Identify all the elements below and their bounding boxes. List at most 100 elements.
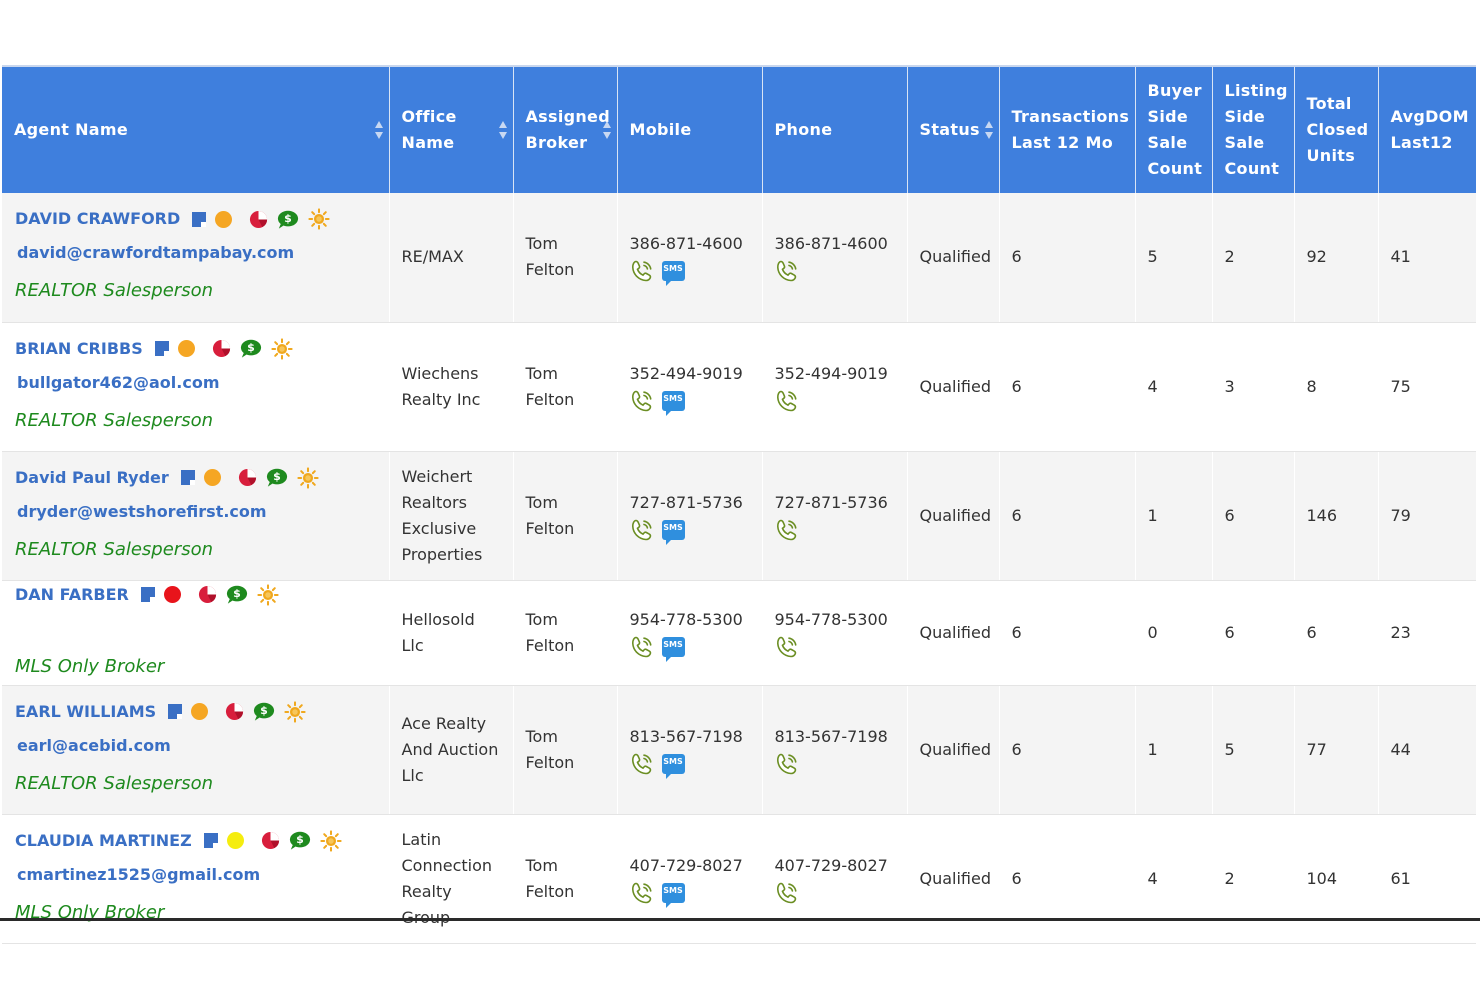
sms-icon[interactable]: SMS	[661, 390, 685, 416]
agent-name-link[interactable]: DAVID CRAWFORD	[15, 206, 180, 232]
agent-email-link[interactable]: bullgator462@aol.com	[15, 363, 389, 403]
pie-chart-icon[interactable]	[225, 702, 244, 721]
mobile-cell: 352-494-9019 SMS	[616, 322, 762, 452]
transactions-cell: 6	[998, 451, 1135, 581]
buyer-side-cell: 1	[1134, 451, 1212, 581]
agent-email-link[interactable]: david@crawfordtampabay.com	[15, 233, 389, 273]
listing-side-cell: 6	[1211, 451, 1294, 581]
sun-icon[interactable]	[284, 700, 306, 723]
dollar-bubble-icon[interactable]: $	[240, 339, 262, 358]
agent-email-link[interactable]	[15, 609, 389, 649]
note-icon[interactable]	[168, 704, 183, 719]
table-row: CLAUDIA MARTINEZ $ cmartinez1525@gmail.c…	[2, 814, 1476, 944]
dollar-bubble-icon[interactable]: $	[253, 702, 275, 721]
table-row: David Paul Ryder $ dryder@westshorefirst…	[2, 451, 1476, 581]
header-status[interactable]: Status	[906, 65, 999, 193]
buyer-side-cell: 4	[1134, 322, 1212, 452]
phone-number: 813-567-7198	[774, 726, 888, 746]
phone-number: 727-871-5736	[774, 492, 888, 512]
listing-side-cell: 5	[1211, 685, 1294, 815]
buyer-side-cell: 5	[1134, 193, 1212, 323]
note-icon[interactable]	[140, 587, 155, 602]
sun-icon[interactable]	[297, 466, 319, 489]
phone-number: 954-778-5300	[774, 609, 888, 629]
dollar-bubble-icon[interactable]: $	[277, 210, 299, 229]
buyer-side-cell: 4	[1134, 814, 1212, 944]
agent-email-link[interactable]: dryder@westshorefirst.com	[15, 492, 389, 532]
sort-icon[interactable]	[374, 121, 384, 139]
pie-chart-icon[interactable]	[261, 831, 280, 850]
note-icon[interactable]	[180, 470, 195, 485]
svg-text:$: $	[284, 212, 292, 225]
phone-call-icon[interactable]	[775, 752, 799, 776]
avg-dom-cell: 61	[1377, 814, 1476, 944]
agent-cell: DAVID CRAWFORD $ david@crawfordtampabay.…	[2, 193, 389, 323]
agents-table: Agent Name Office Name Assigned Broker M…	[2, 65, 1476, 944]
phone-call-icon[interactable]	[630, 635, 654, 659]
phone-cell: 407-729-8027	[761, 814, 907, 944]
pie-chart-icon[interactable]	[212, 339, 231, 358]
agent-name-link[interactable]: EARL WILLIAMS	[15, 699, 156, 725]
table-row: BRIAN CRIBBS $ bullgator462@aol.com REAL…	[2, 322, 1476, 452]
mobile-number: 407-729-8027	[629, 855, 743, 875]
total-closed-cell: 104	[1293, 814, 1378, 944]
sort-icon[interactable]	[984, 121, 994, 139]
sort-icon[interactable]	[498, 121, 508, 139]
sms-icon[interactable]: SMS	[661, 882, 685, 908]
sun-icon[interactable]	[257, 583, 279, 606]
phone-call-icon[interactable]	[630, 881, 654, 905]
agent-email-link[interactable]: earl@acebid.com	[15, 726, 389, 766]
agent-cell: DAN FARBER $ MLS Only Broker	[2, 580, 389, 686]
agent-email-link[interactable]: cmartinez1525@gmail.com	[15, 855, 389, 895]
pie-chart-icon[interactable]	[238, 468, 257, 487]
agent-name-link[interactable]: BRIAN CRIBBS	[15, 336, 143, 362]
agent-name-link[interactable]: CLAUDIA MARTINEZ	[15, 828, 192, 854]
header-office-name[interactable]: Office Name	[388, 65, 513, 193]
sun-icon[interactable]	[271, 337, 293, 360]
sms-icon[interactable]: SMS	[661, 753, 685, 779]
assigned-broker: Tom Felton	[512, 451, 617, 581]
agent-name-link[interactable]: David Paul Ryder	[15, 465, 169, 491]
mobile-number: 813-567-7198	[629, 726, 743, 746]
note-icon[interactable]	[192, 211, 207, 227]
pie-chart-icon[interactable]	[198, 585, 217, 604]
sort-icon[interactable]	[602, 121, 612, 139]
phone-call-icon[interactable]	[775, 518, 799, 542]
note-icon[interactable]	[203, 833, 218, 848]
sms-icon[interactable]: SMS	[661, 261, 685, 287]
header-assigned-broker[interactable]: Assigned Broker	[512, 65, 617, 193]
phone-call-icon[interactable]	[630, 752, 654, 776]
phone-number: 352-494-9019	[774, 363, 888, 383]
assigned-broker: Tom Felton	[512, 322, 617, 452]
header-agent-name[interactable]: Agent Name	[2, 65, 389, 193]
phone-call-icon[interactable]	[775, 389, 799, 413]
sms-icon[interactable]: SMS	[661, 519, 685, 545]
pie-chart-icon[interactable]	[249, 210, 268, 229]
phone-call-icon[interactable]	[775, 259, 799, 283]
assigned-broker: Tom Felton	[512, 580, 617, 686]
phone-call-icon[interactable]	[630, 259, 654, 283]
note-icon[interactable]	[154, 341, 169, 356]
transactions-cell: 6	[998, 322, 1135, 452]
agent-cell: CLAUDIA MARTINEZ $ cmartinez1525@gmail.c…	[2, 814, 389, 944]
transactions-cell: 6	[998, 685, 1135, 815]
sun-icon[interactable]	[308, 208, 330, 230]
mobile-cell: 407-729-8027 SMS	[616, 814, 762, 944]
sms-icon[interactable]: SMS	[661, 636, 685, 662]
phone-call-icon[interactable]	[775, 881, 799, 905]
dollar-bubble-icon[interactable]: $	[289, 831, 311, 850]
dollar-bubble-icon[interactable]: $	[266, 468, 288, 487]
total-closed-cell: 77	[1293, 685, 1378, 815]
phone-call-icon[interactable]	[630, 518, 654, 542]
phone-call-icon[interactable]	[630, 389, 654, 413]
dollar-bubble-icon[interactable]: $	[226, 585, 248, 604]
agent-name-link[interactable]: DAN FARBER	[15, 582, 129, 608]
mobile-cell: 813-567-7198 SMS	[616, 685, 762, 815]
header-transactions: Transactions Last 12 Mo	[998, 65, 1135, 193]
listing-side-cell: 3	[1211, 322, 1294, 452]
sun-icon[interactable]	[320, 829, 342, 852]
status-dot-icon	[163, 586, 181, 603]
phone-call-icon[interactable]	[775, 635, 799, 659]
status-cell: Qualified	[906, 814, 999, 944]
transactions-cell: 6	[998, 814, 1135, 944]
